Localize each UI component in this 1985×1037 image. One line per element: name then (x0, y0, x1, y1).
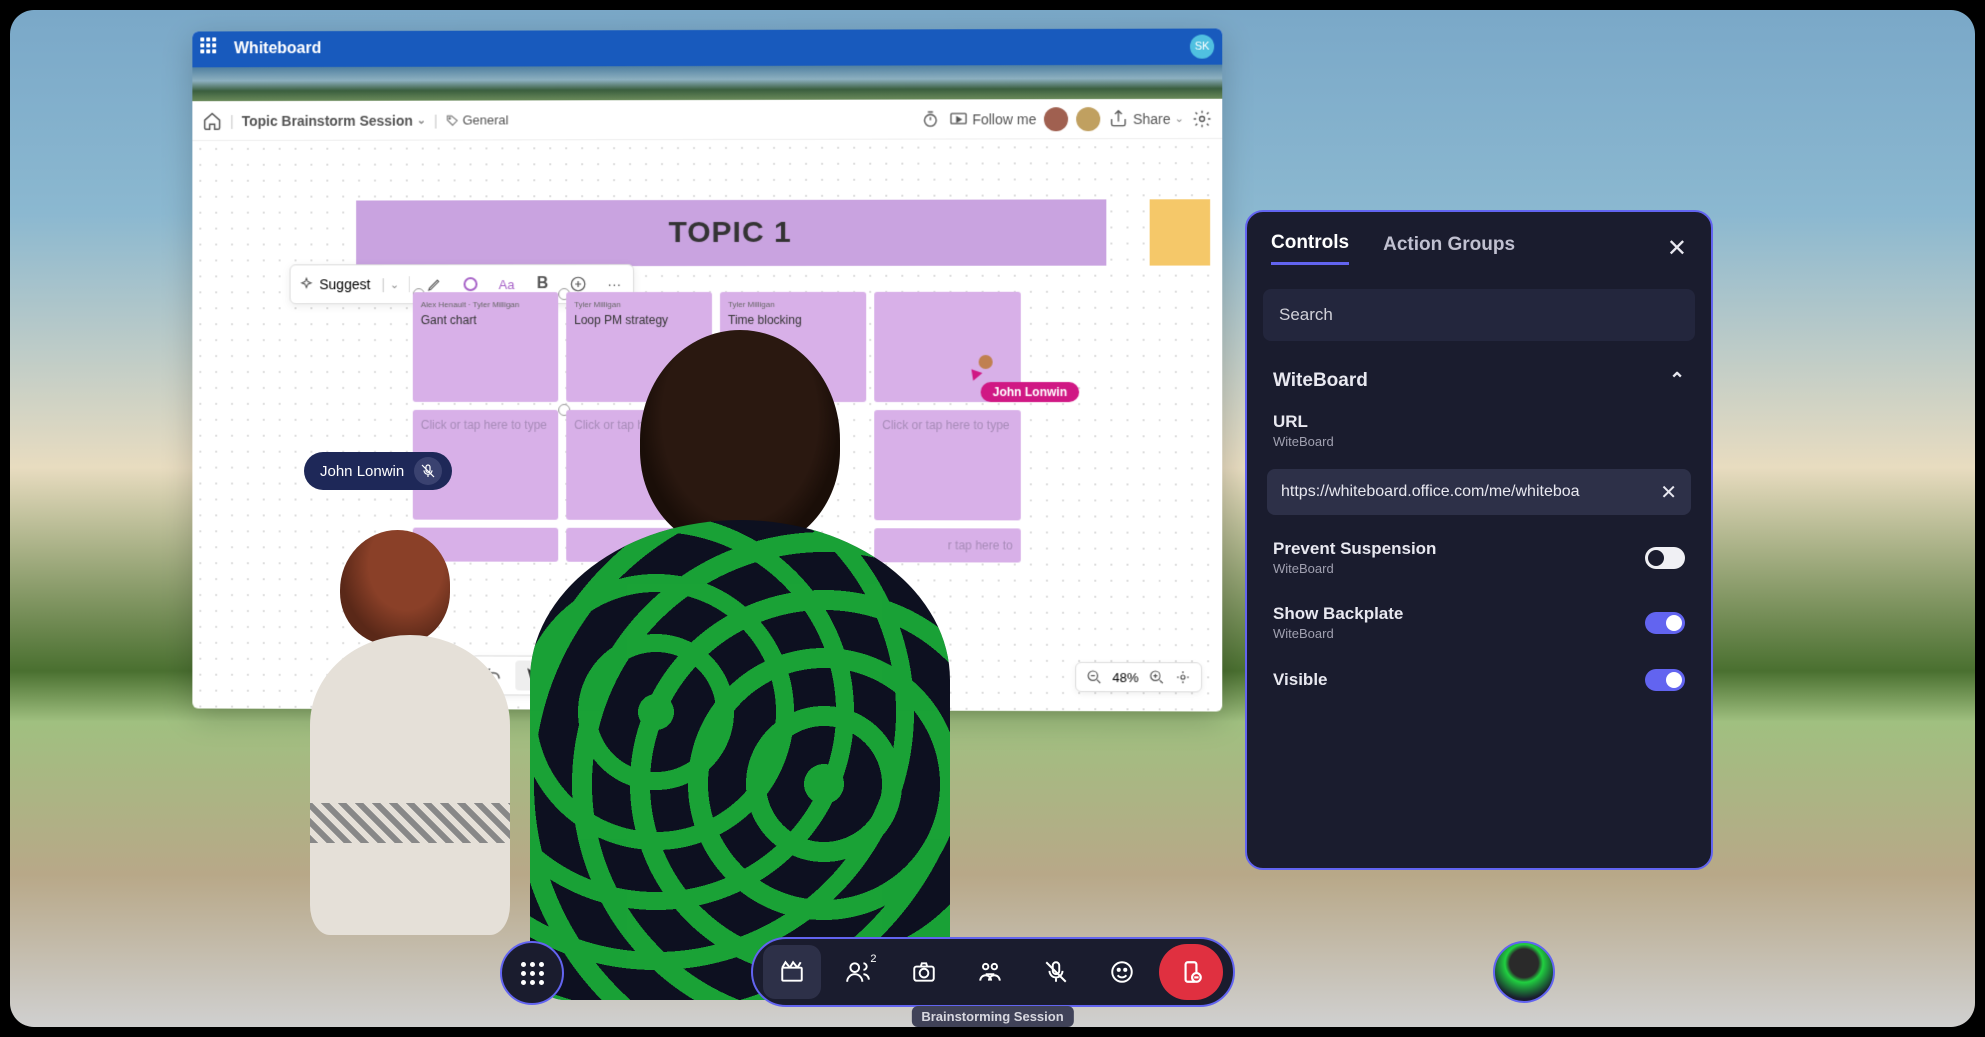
tab-controls[interactable]: Controls (1271, 232, 1349, 265)
close-icon[interactable]: ✕ (1667, 234, 1687, 263)
sticky-text: Time blocking (728, 313, 858, 327)
topic-header[interactable]: TOPIC 1 (356, 199, 1106, 266)
dock-apps-button[interactable] (500, 941, 564, 1005)
prevent-sub: WiteBoard (1273, 561, 1436, 576)
controls-panel: Controls Action Groups ✕ Search WiteBoar… (1245, 210, 1713, 870)
avatar-participant (310, 530, 510, 950)
zoom-out-icon[interactable] (1086, 667, 1102, 687)
chevron-down-icon: ⌄ (390, 278, 399, 291)
people-icon[interactable]: 2 (829, 945, 887, 999)
share-button[interactable]: Share ⌄ (1109, 108, 1184, 128)
sticky-author: Tyler Milligan (728, 300, 858, 309)
toggle-prevent-suspension[interactable] (1645, 547, 1685, 569)
file-name[interactable]: Topic Brainstorm Session ⌄ (242, 112, 426, 128)
follow-me-button[interactable]: Follow me (948, 109, 1036, 129)
app-launcher-icon[interactable] (200, 37, 224, 61)
search-input[interactable]: Search (1263, 289, 1695, 341)
suggest-button[interactable]: Suggest | ⌄ (299, 276, 411, 292)
leave-button[interactable] (1159, 944, 1223, 1000)
tag-general[interactable]: General (446, 112, 509, 127)
clear-input-icon[interactable]: ✕ (1660, 480, 1677, 505)
whiteboard-topbar: | Topic Brainstorm Session ⌄ | General F… (192, 99, 1222, 141)
prop-url-sub: WiteBoard (1273, 434, 1685, 449)
timer-icon[interactable] (920, 109, 940, 129)
url-input[interactable]: https://whiteboard.office.com/me/whitebo… (1267, 469, 1691, 515)
session-label: Brainstorming Session (911, 1006, 1073, 1027)
screenshare-icon[interactable] (961, 945, 1019, 999)
dock-toolbar: 2 (751, 937, 1235, 1007)
chevron-up-icon: ⌃ (1669, 369, 1685, 392)
prop-url-label: URL (1273, 412, 1685, 432)
sticky-author: Tyler Milligan (574, 300, 704, 309)
prevent-label: Prevent Suspension (1273, 539, 1436, 559)
people-count: 2 (870, 953, 876, 965)
app-title: Whiteboard (234, 40, 321, 58)
camera-icon[interactable] (895, 945, 953, 999)
chevron-down-icon: ⌄ (417, 114, 426, 127)
avatar-self (530, 330, 950, 1027)
sticky-text: Gant chart (421, 313, 550, 327)
user-cursor-avatar (979, 355, 993, 369)
share-label: Share (1133, 110, 1171, 126)
prop-prevent-suspension: Prevent Suspension WiteBoard (1257, 525, 1701, 590)
zoom-value: 48% (1112, 670, 1138, 685)
sticky-author: Alex Henault · Tyler Milligan (421, 300, 550, 309)
url-input-value: https://whiteboard.office.com/me/whitebo… (1281, 483, 1580, 501)
backplate-sub: WiteBoard (1273, 626, 1403, 641)
participant-avatar-2[interactable] (1077, 107, 1101, 131)
present-icon (948, 109, 968, 129)
suggest-label: Suggest (319, 276, 370, 292)
participant-avatar-1[interactable] (1044, 107, 1068, 131)
tag-icon (446, 113, 460, 127)
mic-muted-button[interactable] (1027, 945, 1085, 999)
follow-me-label: Follow me (972, 111, 1036, 127)
settings-icon[interactable] (1192, 108, 1212, 128)
file-name-text: Topic Brainstorm Session (242, 112, 413, 128)
user-nameplate-name: John Lonwin (320, 463, 404, 480)
share-icon (1109, 109, 1129, 129)
section-witeboard[interactable]: WiteBoard ⌃ (1257, 359, 1701, 402)
fit-view-icon[interactable] (1175, 667, 1191, 687)
topic-side-block (1150, 199, 1210, 265)
vr-viewport: Whiteboard SK | Topic Brainstorm Session… (10, 10, 1975, 1027)
self-avatar-bubble[interactable] (1493, 941, 1555, 1003)
user-badge[interactable]: SK (1190, 35, 1214, 59)
visible-label: Visible (1273, 670, 1328, 690)
prop-visible: Visible (1257, 655, 1701, 705)
toggle-show-backplate[interactable] (1645, 612, 1685, 634)
mic-muted-icon (414, 457, 442, 485)
zoom-controls: 48% (1075, 662, 1202, 692)
clapper-icon[interactable] (763, 945, 821, 999)
search-placeholder: Search (1279, 305, 1333, 325)
prop-url: URL WiteBoard (1257, 402, 1701, 459)
emoji-icon[interactable] (1093, 945, 1151, 999)
home-icon[interactable] (202, 111, 222, 131)
zoom-in-icon[interactable] (1149, 667, 1165, 687)
tab-action-groups[interactable]: Action Groups (1383, 234, 1515, 264)
prop-show-backplate: Show Backplate WiteBoard (1257, 590, 1701, 655)
user-nameplate: John Lonwin (304, 452, 452, 490)
sparkle-icon (299, 276, 315, 292)
backplate-label: Show Backplate (1273, 604, 1403, 624)
tag-label: General (463, 112, 509, 127)
remote-cursor-label: John Lonwin (981, 382, 1080, 402)
sticky-text: Loop PM strategy (574, 313, 704, 327)
section-title: WiteBoard (1273, 370, 1368, 392)
scenic-banner (192, 65, 1222, 102)
chevron-down-icon: ⌄ (1175, 112, 1184, 125)
whiteboard-titlebar: Whiteboard SK (192, 28, 1222, 67)
toggle-visible[interactable] (1645, 669, 1685, 691)
